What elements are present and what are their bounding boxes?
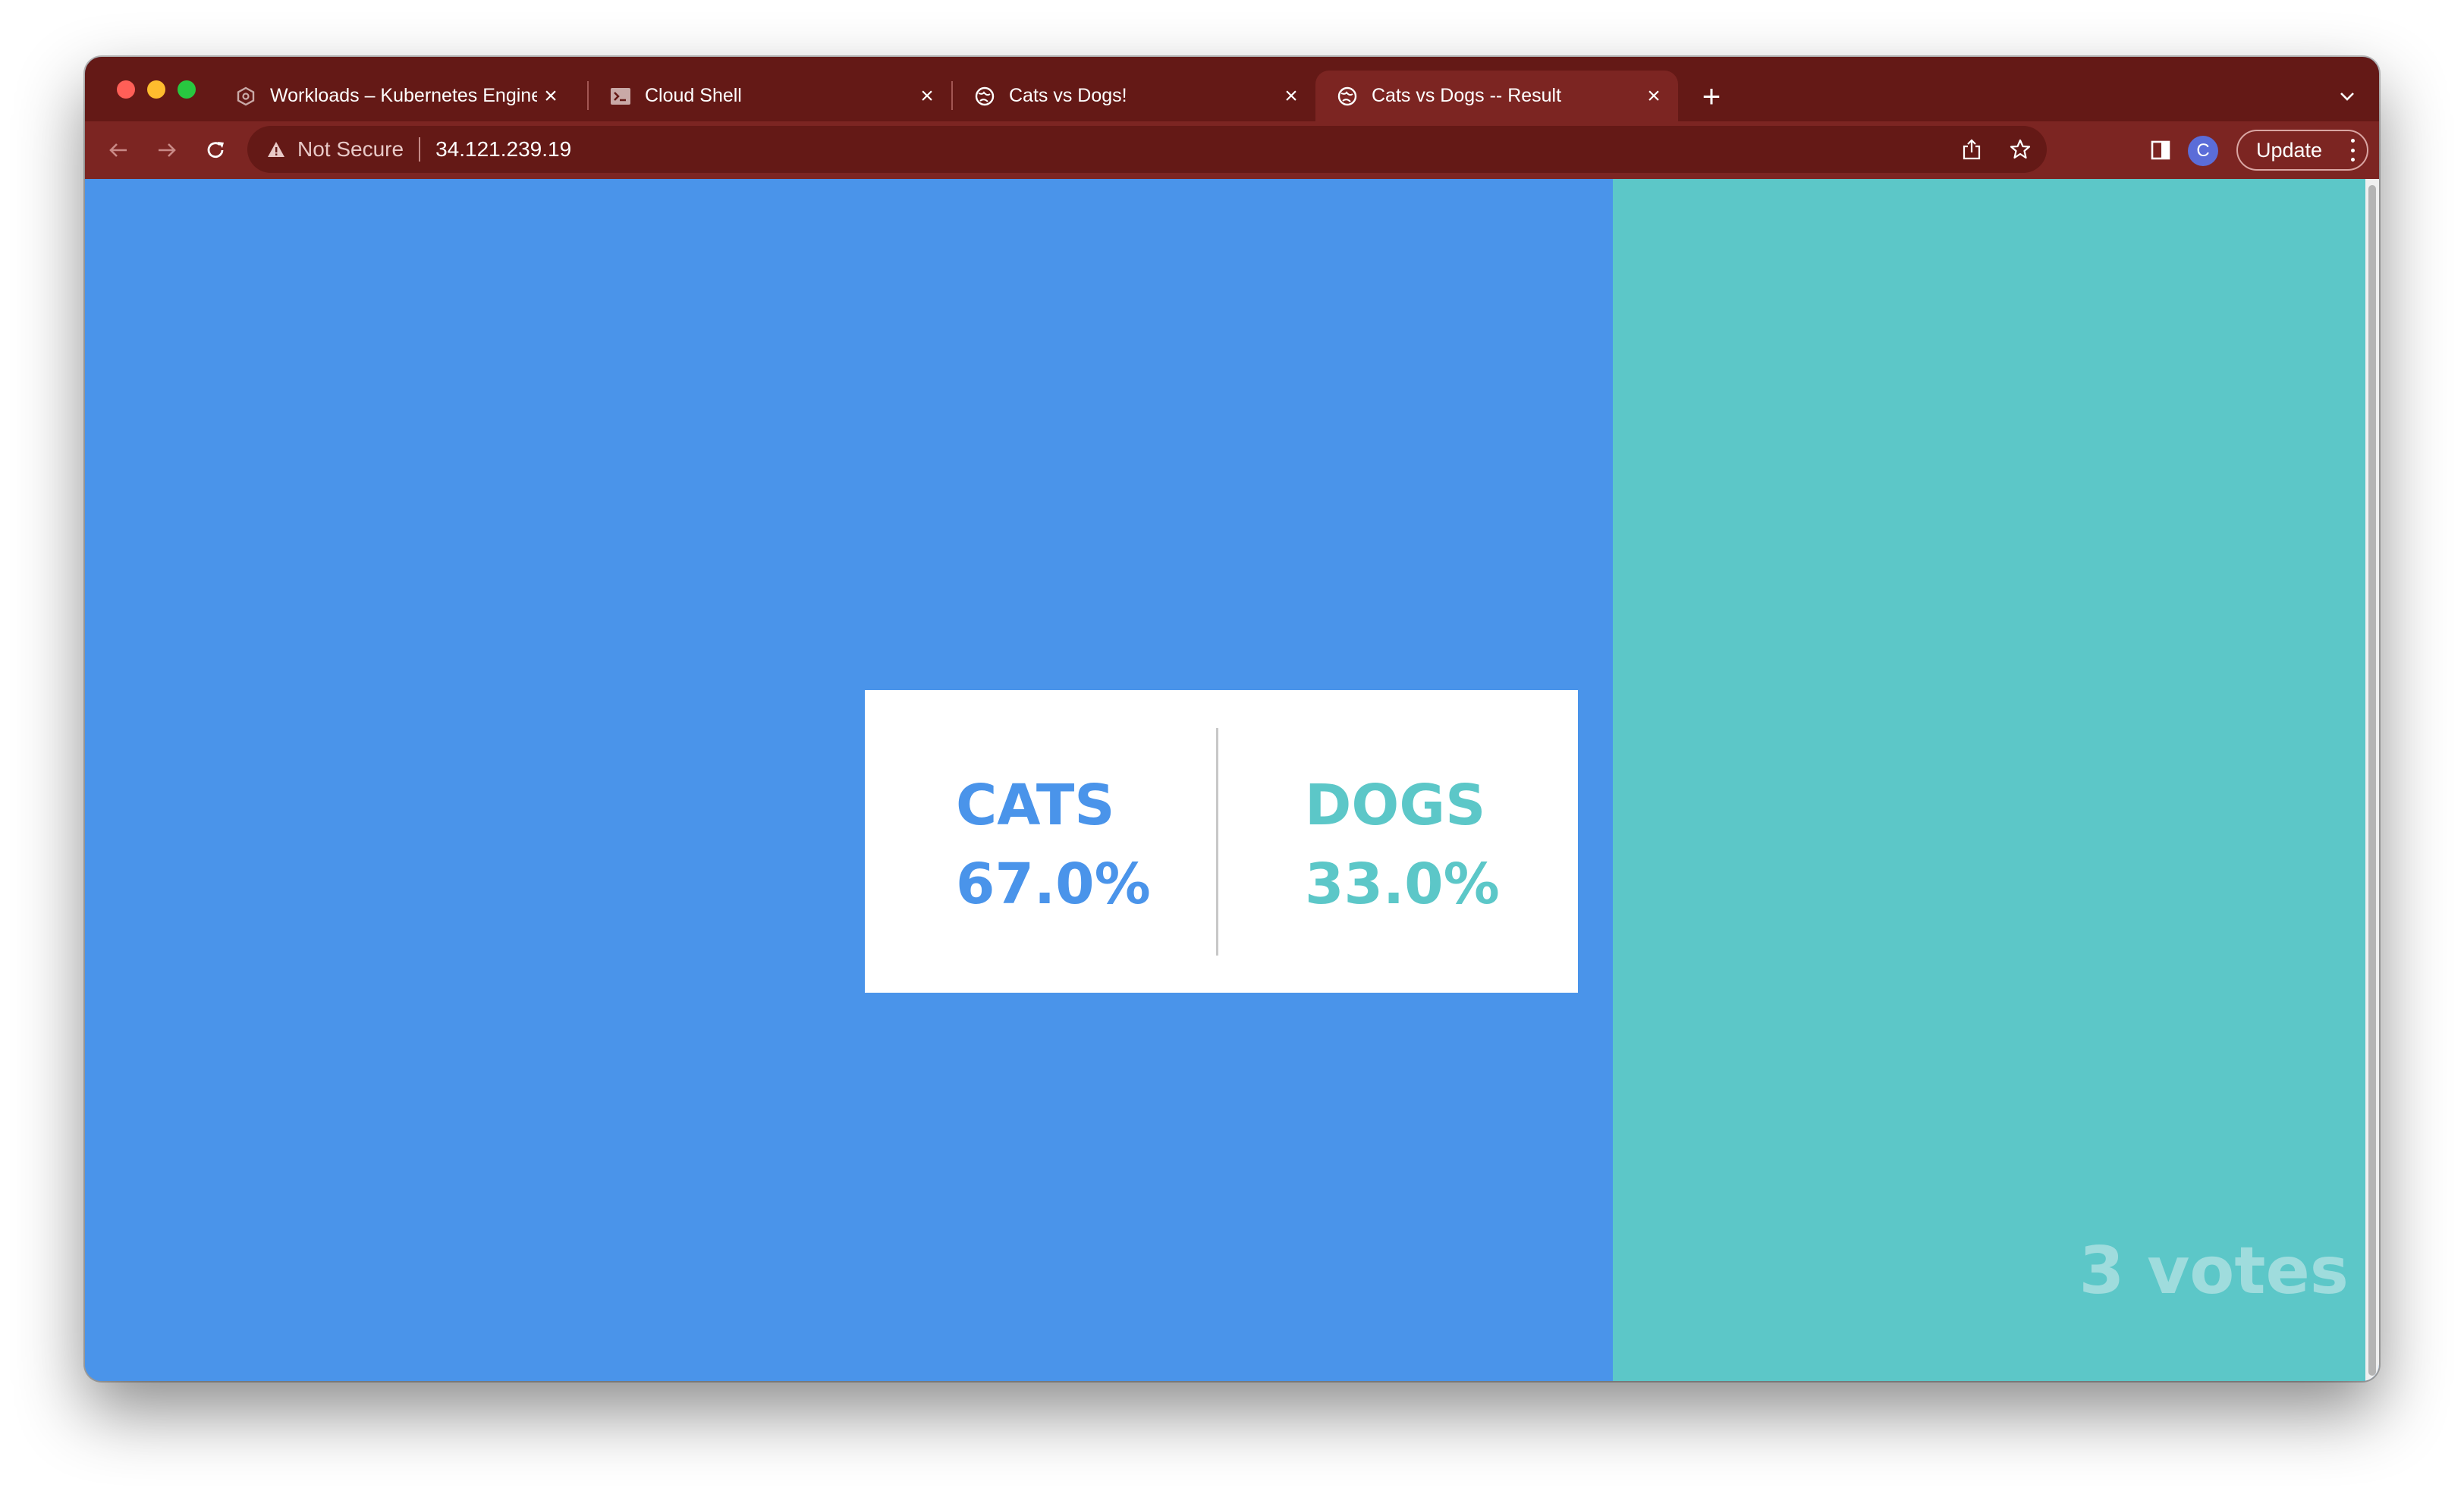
tab-cats-vs-dogs-result[interactable]: Cats vs Dogs -- Result ×	[1315, 71, 1678, 121]
kubernetes-icon	[235, 86, 256, 107]
address-bar[interactable]: Not Secure 34.121.239.19	[247, 126, 2047, 173]
globe-icon	[974, 86, 995, 107]
globe-icon	[1337, 86, 1358, 107]
tab-title: Cloud Shell	[645, 85, 742, 106]
browser-window: Workloads – Kubernetes Engine × Cloud Sh…	[85, 57, 2379, 1381]
close-icon[interactable]: ×	[537, 83, 564, 110]
dogs-label: DOGS	[1305, 773, 1486, 838]
cats-percent: 67.0%	[956, 852, 1151, 917]
tab-title: Cats vs Dogs!	[1009, 85, 1127, 106]
arrow-left-icon	[109, 143, 127, 157]
url-text[interactable]: 34.121.239.19	[435, 137, 571, 162]
update-button-label: Update	[2256, 138, 2323, 162]
new-tab-button[interactable]: +	[1695, 78, 1728, 114]
close-icon[interactable]: ×	[913, 83, 941, 110]
maximize-window-button[interactable]	[178, 80, 196, 99]
close-icon[interactable]: ×	[1640, 83, 1667, 110]
more-vert-icon	[2349, 139, 2356, 162]
dogs-bar	[1613, 179, 2365, 1381]
forward-button[interactable]	[149, 132, 185, 168]
tab-workloads[interactable]: Workloads – Kubernetes Engine ×	[214, 71, 575, 121]
vote-count: 3 votes	[2079, 1233, 2349, 1309]
toolbar: Not Secure 34.121.239.19 C Update	[85, 121, 2379, 179]
tab-cats-vs-dogs[interactable]: Cats vs Dogs! ×	[953, 71, 1315, 121]
side-panel-icon[interactable]	[2147, 137, 2174, 164]
page-content: CATS 67.0% DOGS 33.0% 3 votes	[85, 179, 2379, 1381]
terminal-icon	[610, 86, 631, 107]
chevron-down-icon[interactable]	[2330, 80, 2364, 113]
card-divider	[1216, 728, 1218, 956]
back-button[interactable]	[100, 132, 137, 168]
dogs-result: DOGS 33.0%	[1305, 766, 1500, 924]
avatar[interactable]: C	[2188, 136, 2218, 166]
scrollbar[interactable]	[2365, 179, 2379, 1381]
cats-label: CATS	[956, 773, 1115, 838]
reload-icon	[207, 142, 224, 159]
minimize-window-button[interactable]	[147, 80, 165, 99]
tab-strip: Workloads – Kubernetes Engine × Cloud Sh…	[85, 57, 2379, 121]
cats-result: CATS 67.0%	[956, 766, 1151, 924]
close-window-button[interactable]	[117, 80, 135, 99]
tab-cloud-shell[interactable]: Cloud Shell ×	[589, 71, 951, 121]
close-icon[interactable]: ×	[1278, 83, 1305, 110]
tab-title: Cats vs Dogs -- Result	[1372, 85, 1562, 106]
scrollbar-thumb[interactable]	[2368, 185, 2376, 1376]
warning-icon[interactable]	[266, 139, 287, 160]
star-icon[interactable]	[2007, 137, 2033, 162]
security-label[interactable]: Not Secure	[297, 137, 404, 162]
dogs-percent: 33.0%	[1305, 852, 1500, 917]
reload-button[interactable]	[197, 132, 234, 168]
omnibox-divider	[419, 137, 421, 162]
tab-title: Workloads – Kubernetes Engine	[270, 85, 537, 106]
share-icon[interactable]	[1959, 137, 1985, 162]
update-button[interactable]: Update	[2236, 130, 2368, 171]
arrow-right-icon	[159, 143, 176, 157]
result-card: CATS 67.0% DOGS 33.0%	[865, 690, 1578, 993]
